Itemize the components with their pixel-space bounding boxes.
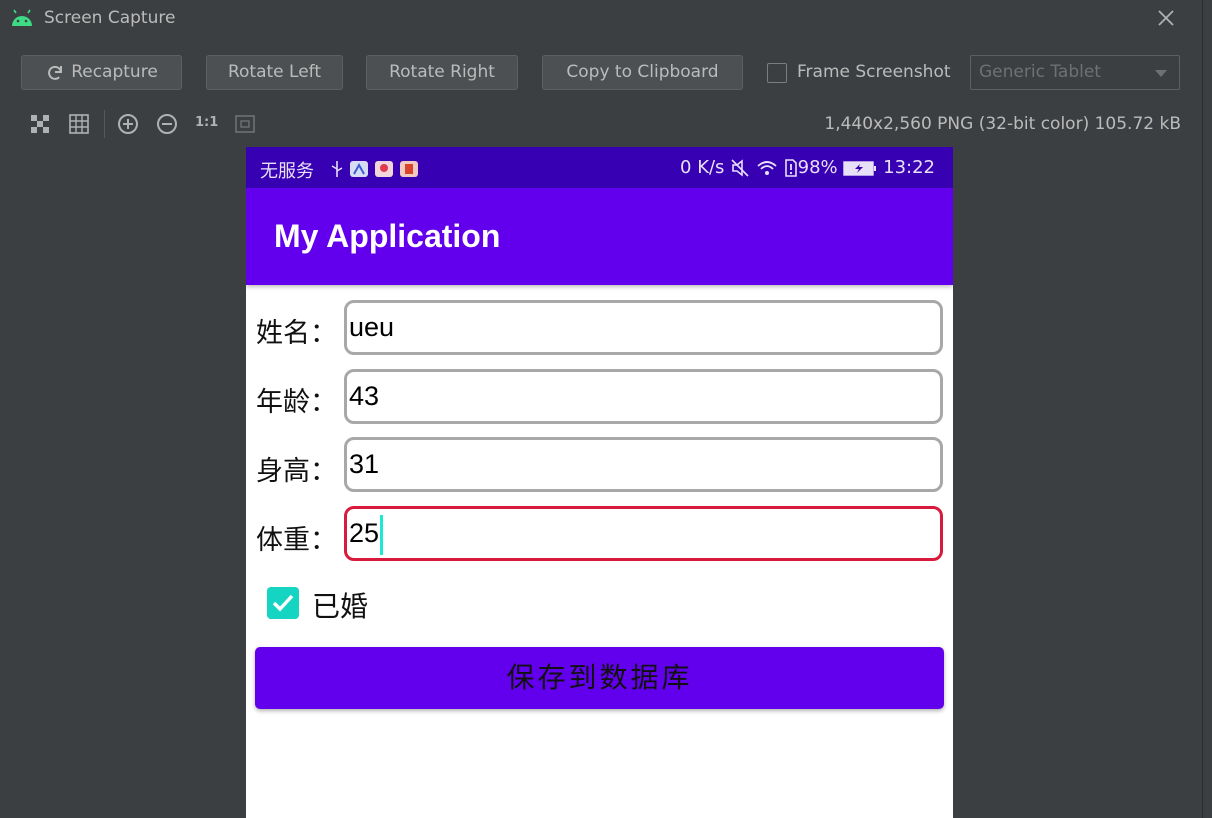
age-value: 43 bbox=[349, 381, 380, 411]
dialog-titlebar: Screen Capture bbox=[0, 0, 1202, 38]
mute-icon bbox=[731, 159, 749, 177]
height-value: 31 bbox=[349, 449, 380, 479]
checkmark-icon bbox=[272, 594, 294, 612]
status-right: 0 K/s 98% 13:22 bbox=[680, 157, 935, 178]
sim-icon bbox=[784, 159, 797, 177]
height-field[interactable]: 31 bbox=[344, 437, 943, 492]
copy-to-clipboard-button[interactable]: Copy to Clipboard bbox=[542, 55, 743, 90]
weight-field[interactable]: 25 bbox=[344, 506, 943, 561]
frame-screenshot-checkbox[interactable] bbox=[767, 63, 787, 83]
close-icon[interactable] bbox=[1154, 6, 1178, 30]
recapture-label: Recapture bbox=[71, 62, 158, 82]
copy-label: Copy to Clipboard bbox=[566, 62, 719, 82]
zoom-out-icon[interactable] bbox=[155, 112, 179, 136]
chevron-down-icon bbox=[1155, 70, 1167, 77]
refresh-icon bbox=[48, 65, 63, 80]
window-edge bbox=[1202, 0, 1203, 818]
age-label: 年龄： bbox=[256, 387, 337, 418]
married-checkbox[interactable] bbox=[267, 587, 299, 619]
app-bar: My Application bbox=[246, 188, 953, 285]
battery-icon bbox=[843, 161, 877, 176]
status-carrier: 无服务 bbox=[260, 161, 314, 182]
save-to-database-button[interactable]: 保存到数据库 bbox=[255, 647, 944, 709]
recapture-button[interactable]: Recapture bbox=[21, 55, 182, 90]
fit-icon[interactable] bbox=[233, 112, 257, 136]
rotate-left-label: Rotate Left bbox=[227, 62, 322, 82]
dialog-title: Screen Capture bbox=[44, 8, 176, 28]
rotate-right-button[interactable]: Rotate Right bbox=[366, 55, 518, 90]
transparency-grid-icon[interactable] bbox=[28, 112, 52, 136]
status-bar: 无服务 0 K/s 98% 13:22 bbox=[246, 147, 953, 188]
status-time: 13:22 bbox=[883, 157, 935, 178]
device-frame-value: Generic Tablet bbox=[979, 62, 1101, 82]
name-label: 姓名： bbox=[256, 318, 337, 349]
name-value: ueu bbox=[349, 312, 395, 342]
grid-icon[interactable] bbox=[67, 112, 91, 136]
wifi-icon bbox=[757, 161, 777, 175]
save-label: 保存到数据库 bbox=[506, 661, 693, 694]
app-notification-icon bbox=[350, 160, 369, 177]
name-field[interactable]: ueu bbox=[344, 300, 943, 355]
book-notification-icon bbox=[400, 160, 419, 177]
status-battery: 98% bbox=[797, 157, 838, 178]
height-label: 身高： bbox=[256, 456, 337, 487]
device-frame-dropdown[interactable]: Generic Tablet bbox=[970, 55, 1180, 90]
age-field[interactable]: 43 bbox=[344, 369, 943, 424]
rotate-right-label: Rotate Right bbox=[389, 62, 495, 82]
text-cursor bbox=[380, 514, 384, 555]
zoom-in-icon[interactable] bbox=[116, 112, 140, 136]
image-info: 1,440x2,560 PNG (32-bit color) 105.72 kB bbox=[824, 114, 1181, 134]
app-title: My Application bbox=[274, 218, 501, 254]
frame-screenshot-label: Frame Screenshot bbox=[797, 62, 951, 82]
phone-screenshot: 无服务 0 K/s 98% 13:22 My Application 姓名： u… bbox=[246, 147, 953, 818]
status-speed: 0 K/s bbox=[680, 157, 725, 178]
notification-icons bbox=[330, 158, 419, 178]
android-icon bbox=[12, 9, 32, 26]
actual-size-button[interactable]: 1:1 bbox=[195, 115, 218, 130]
usb-icon bbox=[331, 160, 343, 177]
weight-label: 体重： bbox=[256, 525, 337, 556]
map-notification-icon bbox=[375, 160, 394, 177]
weight-value: 25 bbox=[349, 518, 380, 548]
toolbar-divider bbox=[104, 110, 105, 138]
married-label: 已婚 bbox=[312, 590, 369, 623]
rotate-left-button[interactable]: Rotate Left bbox=[206, 55, 343, 90]
